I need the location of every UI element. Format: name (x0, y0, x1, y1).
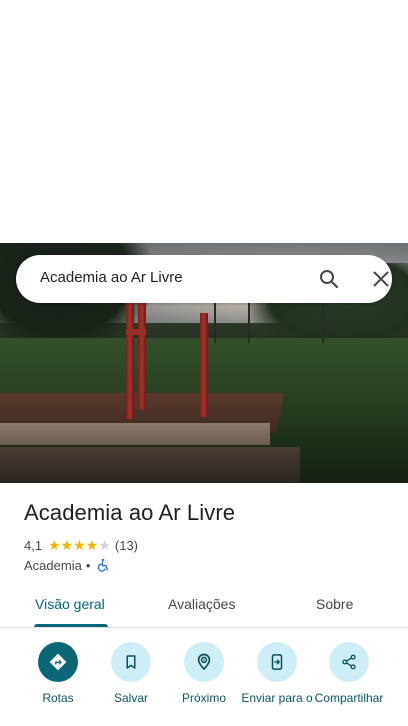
bookmark-icon (111, 642, 151, 682)
star-icon: ★ (98, 537, 111, 553)
place-title: Academia ao Ar Livre (24, 500, 236, 525)
action-bar: Rotas Salvar Próximo Enviar para o Compa… (0, 636, 408, 726)
directions-label: Rotas (42, 691, 74, 705)
photo-equipment-pole (126, 303, 134, 419)
nearby-label: Próximo (181, 691, 226, 705)
star-icon: ★ (60, 537, 74, 553)
photo-streetpole (214, 298, 216, 343)
nearby-button[interactable]: Próximo (164, 642, 244, 705)
tab-indicator (34, 624, 108, 627)
rating-stars: ★ ★ ★ ★ ★ (48, 538, 111, 552)
place-category: Academia (24, 557, 82, 573)
share-label: Compartilhar (314, 691, 384, 705)
search-query[interactable]: Academia ao Ar Livre (40, 269, 183, 286)
category-row: Academia • (24, 556, 110, 574)
review-count: (13) (114, 537, 139, 553)
photo-step (0, 447, 300, 483)
rating-value: 4,1 (24, 537, 43, 553)
search-icon[interactable] (317, 267, 341, 291)
photo-equipment-pole (138, 303, 146, 409)
share-button[interactable]: Compartilhar (309, 642, 389, 705)
star-icon: ★ (48, 537, 61, 553)
photo-step (0, 423, 270, 445)
tab-bar: Visão geral Avaliações Sobre (0, 584, 408, 628)
save-button[interactable]: Salvar (91, 642, 171, 705)
tab-overview[interactable]: Visão geral (35, 596, 105, 612)
photo-equipment-bar (126, 329, 146, 335)
rating-row[interactable]: 4,1 ★ ★ ★ ★ ★ (13) (24, 536, 138, 554)
save-label: Salvar (113, 691, 148, 705)
nearby-icon (184, 642, 224, 682)
close-icon[interactable] (369, 267, 393, 291)
tab-about[interactable]: Sobre (316, 596, 353, 612)
send-to-phone-icon (257, 642, 297, 682)
directions-icon (38, 642, 78, 682)
tab-reviews[interactable]: Avaliações (168, 596, 235, 612)
send-to-phone-button[interactable]: Enviar para o (237, 642, 317, 705)
photo-streetpole (322, 303, 324, 343)
search-bar[interactable]: Academia ao Ar Livre (16, 255, 392, 303)
wheelchair-icon (96, 558, 110, 572)
star-icon: ★ (73, 537, 86, 553)
screen: Academia ao Ar Livre Academia ao Ar Livr… (0, 0, 408, 726)
star-icon: ★ (85, 537, 99, 553)
send-to-phone-label: Enviar para o (241, 691, 313, 705)
share-icon (329, 642, 369, 682)
photo-streetpole (248, 303, 250, 343)
directions-button[interactable]: Rotas (18, 642, 98, 705)
photo-equipment-pole (200, 313, 208, 417)
separator-dot: • (85, 557, 91, 573)
